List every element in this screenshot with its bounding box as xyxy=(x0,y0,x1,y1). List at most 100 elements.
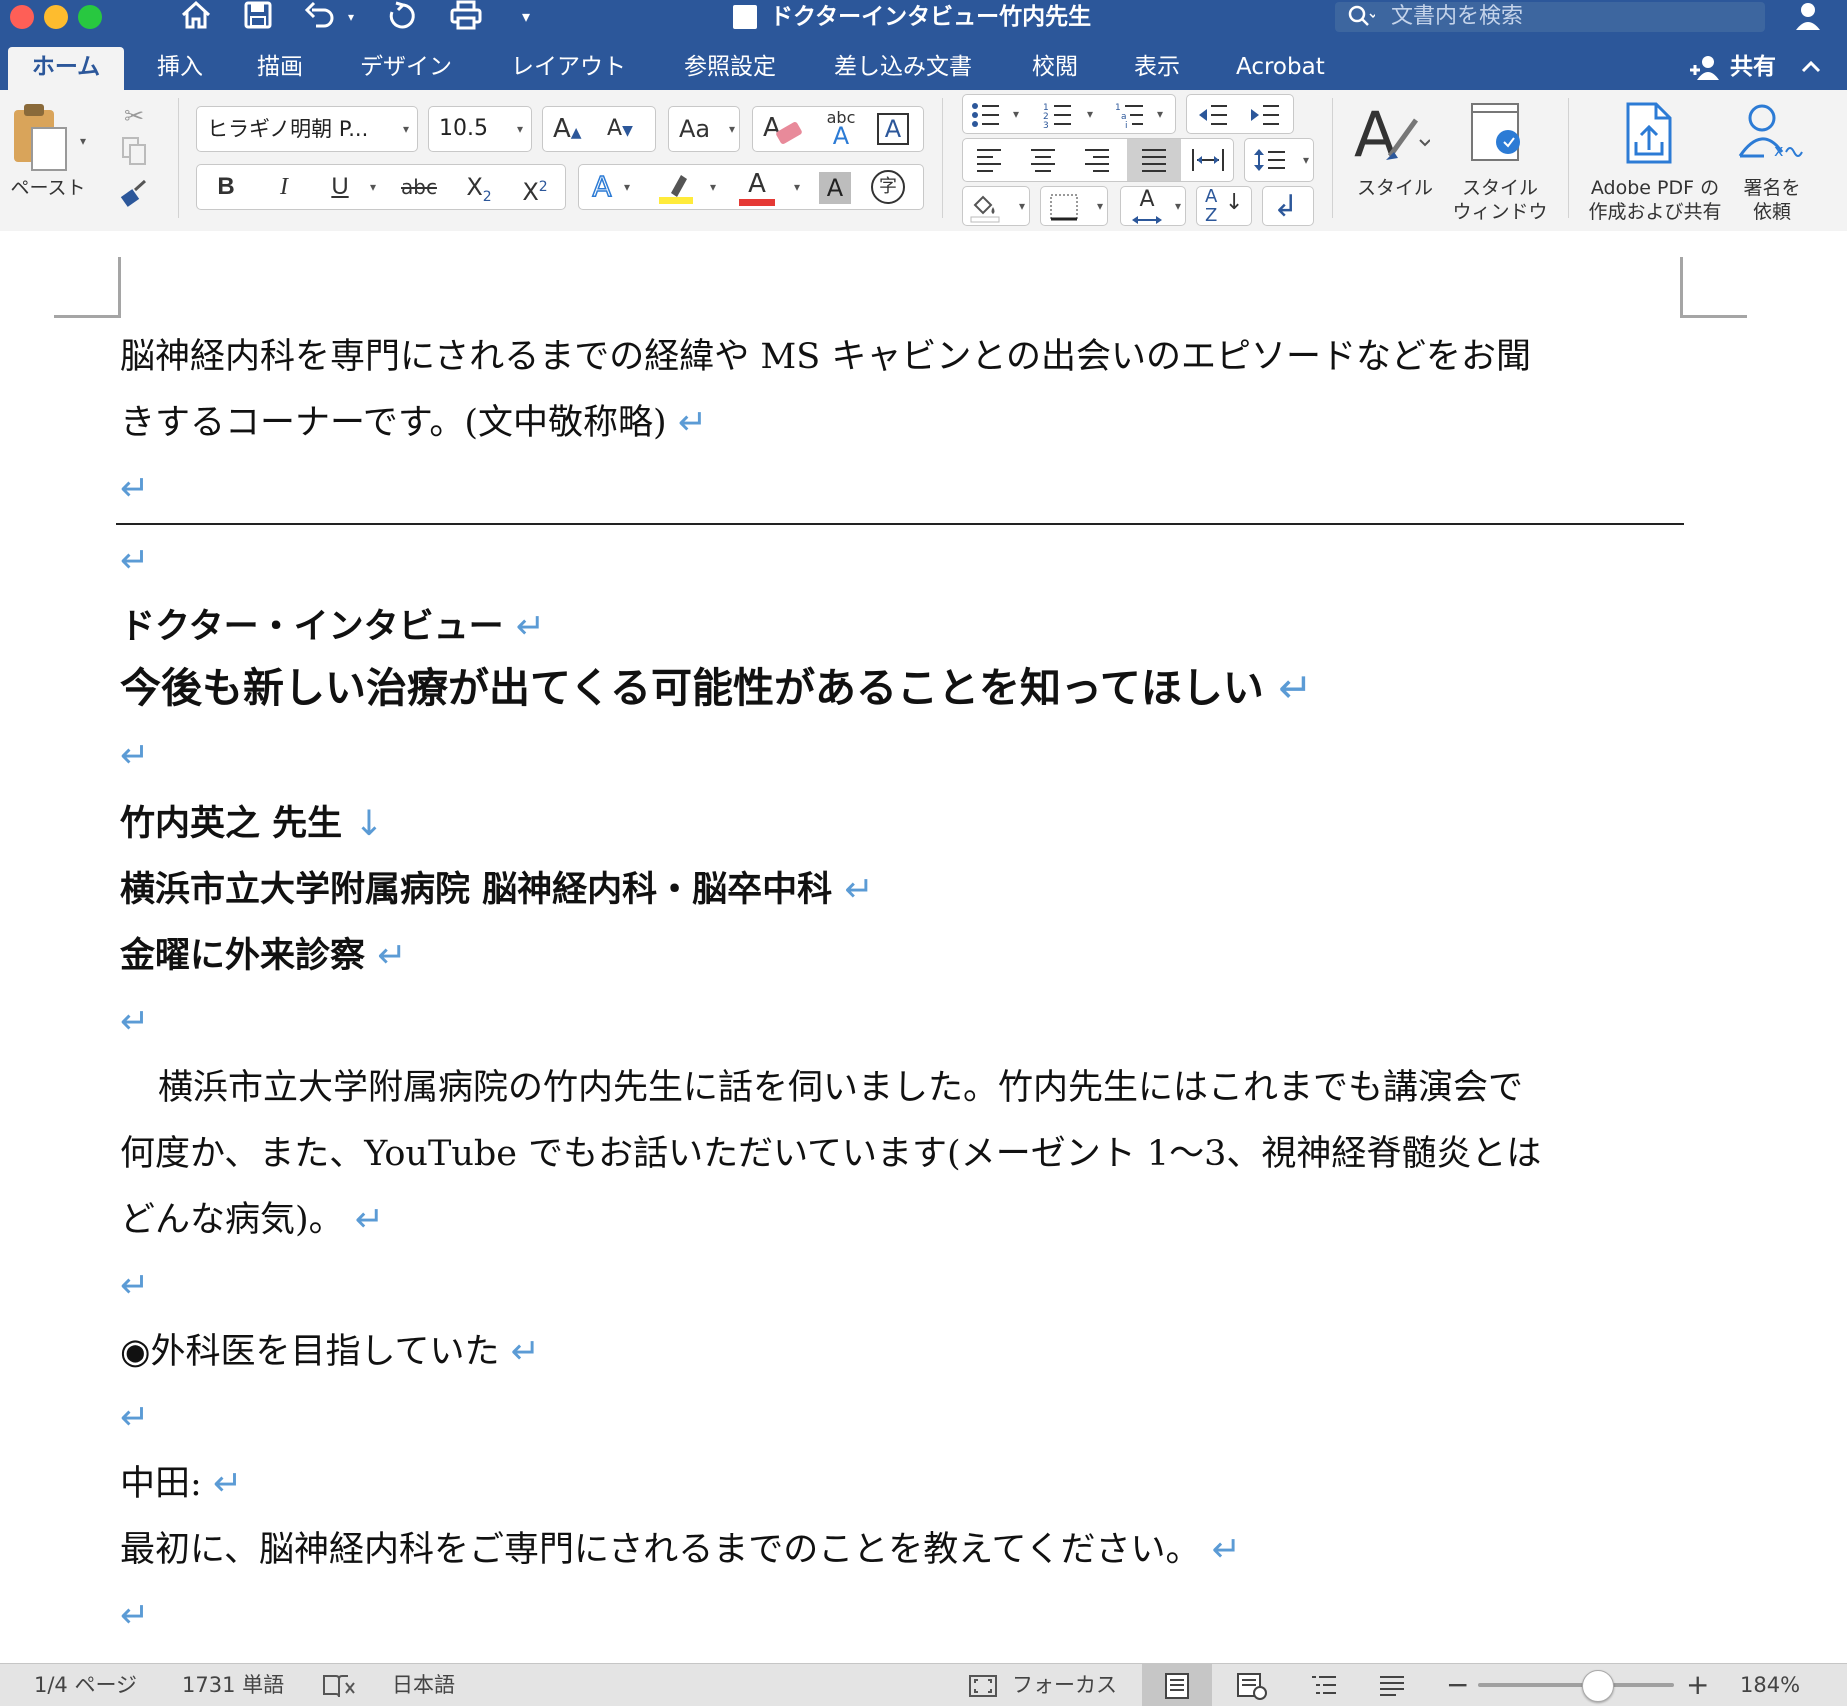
tab-mailings[interactable]: 差し込み文書 xyxy=(834,47,972,90)
underline-button[interactable]: U xyxy=(323,165,357,209)
save-icon[interactable] xyxy=(238,0,278,34)
zoom-in-button[interactable]: + xyxy=(1686,1664,1709,1706)
styles-gallery-button[interactable]: A xyxy=(1350,98,1440,180)
redo-icon[interactable] xyxy=(382,0,422,34)
print-icon[interactable] xyxy=(446,0,486,34)
tab-references[interactable]: 参照設定 xyxy=(684,47,776,90)
request-signature-button[interactable]: x xyxy=(1736,100,1812,176)
subscript-button[interactable]: X2 xyxy=(459,165,499,209)
search-input[interactable]: 文書内を検索 xyxy=(1335,2,1765,32)
phonetic-guide-button[interactable]: abc A xyxy=(819,109,863,149)
font-color-dropdown-icon[interactable]: ▾ xyxy=(789,165,805,209)
multilevel-list-icon[interactable]: 1ai xyxy=(1115,101,1145,133)
grow-font-button[interactable]: A▲ xyxy=(553,107,582,155)
align-right-icon[interactable] xyxy=(1083,147,1111,177)
cut-icon[interactable]: ✂ xyxy=(114,94,154,138)
tab-insert[interactable]: 挿入 xyxy=(157,47,203,90)
undo-dropdown-icon[interactable]: ▾ xyxy=(343,0,359,34)
draft-view-icon[interactable] xyxy=(1378,1664,1406,1706)
search-icon xyxy=(1345,2,1377,41)
print-layout-view-icon[interactable] xyxy=(1142,1664,1212,1706)
paint-bucket-icon xyxy=(969,191,1001,227)
ribbon-separator xyxy=(1332,98,1333,218)
distributed-icon[interactable] xyxy=(1191,147,1225,177)
text-effects-button[interactable]: A xyxy=(585,165,619,209)
paste-dropdown-icon[interactable]: ▾ xyxy=(80,134,86,148)
language[interactable]: 日本語 xyxy=(392,1664,455,1706)
tab-draw[interactable]: 描画 xyxy=(257,47,303,90)
strikethrough-button[interactable]: abc xyxy=(395,165,443,209)
collapse-ribbon-icon[interactable] xyxy=(1800,47,1822,90)
italic-button[interactable]: I xyxy=(267,165,301,209)
adobe-pdf-button[interactable] xyxy=(1620,100,1696,176)
font-size-select[interactable]: 10.5 ▾ xyxy=(428,106,532,152)
shrink-font-button[interactable]: A▼ xyxy=(607,107,633,153)
tab-design[interactable]: デザイン xyxy=(360,47,452,90)
numbered-list-dropdown-icon[interactable]: ▾ xyxy=(1087,95,1093,133)
format-painter-icon[interactable] xyxy=(114,178,154,222)
tab-acrobat[interactable]: Acrobat xyxy=(1236,47,1325,90)
copy-icon[interactable] xyxy=(114,136,154,180)
font-color-button[interactable]: A xyxy=(737,165,777,209)
focus-icon[interactable] xyxy=(968,1664,998,1706)
superscript-button[interactable]: X2 xyxy=(515,165,555,209)
zoom-slider[interactable] xyxy=(1478,1670,1674,1702)
bullet-list-icon[interactable] xyxy=(971,101,1001,133)
svg-text:A: A xyxy=(763,113,781,143)
zoom-slider-thumb[interactable] xyxy=(1582,1670,1614,1702)
tab-home[interactable]: ホーム xyxy=(8,47,124,90)
bullet-list-dropdown-icon[interactable]: ▾ xyxy=(1013,95,1019,133)
web-layout-view-icon[interactable] xyxy=(1236,1664,1268,1706)
tab-layout[interactable]: レイアウト xyxy=(511,47,626,90)
align-center-icon[interactable] xyxy=(1029,147,1057,177)
enclosed-character-button[interactable]: 字 xyxy=(871,170,905,204)
account-icon[interactable] xyxy=(1790,0,1830,34)
clipboard-icon xyxy=(10,104,70,176)
underline-dropdown-icon[interactable]: ▾ xyxy=(365,165,381,209)
highlight-icon[interactable] xyxy=(657,171,695,205)
text-effects-dropdown-icon[interactable]: ▾ xyxy=(619,165,635,209)
bold-button[interactable]: B xyxy=(209,165,243,209)
shading-button[interactable]: ▾ xyxy=(962,186,1030,226)
proofing-book-icon[interactable] xyxy=(322,1664,356,1706)
multilevel-list-dropdown-icon[interactable]: ▾ xyxy=(1157,95,1163,133)
minimize-window-button[interactable] xyxy=(44,5,68,29)
style-window-button[interactable] xyxy=(1462,100,1538,176)
zoom-window-button[interactable] xyxy=(78,5,102,29)
font-name-select[interactable]: ヒラギノ明朝 P... ▾ xyxy=(196,106,418,152)
increase-indent-icon[interactable] xyxy=(1249,101,1281,133)
clear-formatting-icon[interactable]: A xyxy=(761,110,805,152)
asian-layout-dropdown-icon: ▾ xyxy=(1174,199,1181,213)
outline-view-icon[interactable] xyxy=(1310,1664,1338,1706)
title-bar: ▾ ▾ ドクターインタビュー竹内先生 文書内を検索 xyxy=(0,0,1847,38)
asian-layout-button[interactable]: A ▾ xyxy=(1120,186,1186,226)
tab-view[interactable]: 表示 xyxy=(1134,47,1180,90)
character-border-button[interactable]: A xyxy=(877,113,909,145)
customize-toolbar-icon[interactable]: ▾ xyxy=(515,0,537,34)
zoom-level[interactable]: 184% xyxy=(1740,1664,1800,1706)
home-icon[interactable] xyxy=(176,0,216,34)
share-button[interactable]: 共有 xyxy=(1688,47,1776,90)
show-marks-button[interactable]: ↲ xyxy=(1262,186,1314,226)
adobe-pdf-label-2: 作成および共有 xyxy=(1588,201,1722,223)
numbered-list-icon[interactable]: 123 xyxy=(1043,101,1073,133)
document-area[interactable]: 脳神経内科を専門にされるまでの経緯や MS キャビンとの出会いのエピソードなどを… xyxy=(0,231,1847,1663)
word-count[interactable]: 1731 単語 xyxy=(182,1664,284,1706)
sort-button[interactable]: A Z ↓ xyxy=(1196,186,1252,226)
change-case-button[interactable]: Aa ▾ xyxy=(668,106,740,152)
focus-label[interactable]: フォーカス xyxy=(1012,1664,1117,1706)
close-window-button[interactable] xyxy=(10,5,34,29)
align-left-icon[interactable] xyxy=(975,147,1003,177)
paragraph-mark: ↵ xyxy=(120,1596,150,1636)
borders-button[interactable]: ▾ xyxy=(1040,186,1108,226)
character-shading-button[interactable]: A xyxy=(819,172,851,204)
line-spacing-button[interactable]: ▾ xyxy=(1244,138,1314,182)
tab-review[interactable]: 校閲 xyxy=(1032,47,1078,90)
zoom-out-button[interactable]: − xyxy=(1446,1664,1469,1706)
font-name-value: ヒラギノ明朝 P... xyxy=(207,117,369,141)
highlight-dropdown-icon[interactable]: ▾ xyxy=(705,165,721,209)
decrease-indent-icon[interactable] xyxy=(1197,101,1229,133)
undo-icon[interactable] xyxy=(300,0,340,34)
page-count[interactable]: 1/4 ページ xyxy=(34,1664,137,1706)
justify-icon[interactable] xyxy=(1127,139,1181,181)
